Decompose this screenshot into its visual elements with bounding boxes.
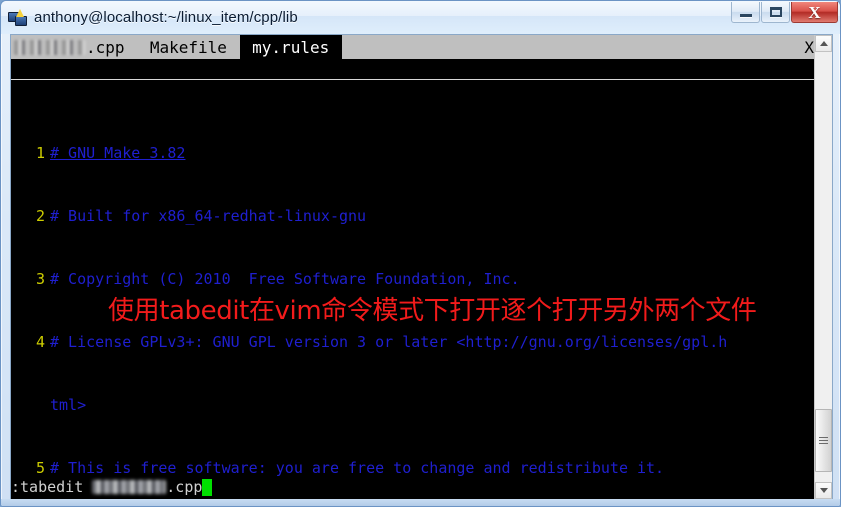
header-rule (11, 79, 816, 80)
terminal-panel: .cpp Makefile my.rules X 1 # GNU Make 3.8… (10, 34, 833, 500)
putty-icon (8, 8, 28, 28)
terminal-scrollbar[interactable] (814, 35, 832, 499)
window-bottom-edge (1, 499, 840, 506)
line-text: # Copyright (C) 2010 Free Software Found… (50, 270, 520, 288)
code-line: 2 # Built for x86_64-redhat-linux-gnu (11, 206, 816, 227)
terminal-screen[interactable]: .cpp Makefile my.rules X 1 # GNU Make 3.8… (11, 35, 816, 499)
chevron-down-icon (819, 488, 828, 493)
command-prefix: :tabedit (11, 478, 93, 496)
editor-content[interactable]: 1 # GNU Make 3.82 2 # Built for x86_64-red… (11, 59, 816, 499)
close-button[interactable]: X (791, 2, 838, 23)
tab-makefile[interactable]: Makefile (137, 35, 240, 59)
code-line: 1 # GNU Make 3.82 (11, 143, 816, 164)
block-cursor (202, 478, 213, 496)
scroll-thumb[interactable] (815, 409, 832, 472)
window-controls: X (730, 2, 838, 23)
scroll-up-button[interactable] (815, 35, 832, 52)
tab-cpp-label: .cpp (86, 37, 125, 57)
minimize-button[interactable] (731, 2, 760, 23)
close-icon: X (808, 2, 821, 22)
tab-makefile-label: Makefile (149, 37, 227, 57)
vim-tabline: .cpp Makefile my.rules X (11, 35, 816, 59)
code-line: 4 # License GPLv3+: GNU GPL version 3 or … (11, 332, 816, 353)
command-suffix: .cpp (166, 478, 203, 496)
chevron-up-icon (819, 41, 828, 46)
code-line-wrap: tml> (11, 395, 816, 416)
vim-command-line[interactable]: :tabedit .cpp (11, 475, 816, 499)
line-text: # GNU Make 3.82 (50, 144, 186, 162)
tab-cpp-file[interactable]: .cpp (11, 35, 138, 59)
annotation-overlay: 使用tabedit在vim命令模式下打开逐个打开另外两个文件 (108, 296, 757, 326)
minimize-icon (739, 13, 752, 17)
tab-my-rules-label: my.rules (252, 37, 330, 57)
redacted-argument (92, 480, 167, 494)
redacted-filename (14, 39, 86, 55)
maximize-icon (769, 7, 782, 17)
window-title: anthony@localhost:~/linux_item/cpp/lib (34, 9, 298, 26)
putty-window: anthony@localhost:~/linux_item/cpp/lib X… (0, 0, 841, 507)
line-number: 1 (35, 144, 45, 162)
tabline-close-icon[interactable]: X (804, 38, 814, 57)
tabline-filler: X (341, 35, 816, 59)
line-number: 2 (35, 207, 45, 225)
line-number: 3 (35, 270, 45, 288)
line-text: tml> (50, 396, 87, 414)
line-text: # Built for x86_64-redhat-linux-gnu (50, 207, 367, 225)
title-bar[interactable]: anthony@localhost:~/linux_item/cpp/lib X (1, 1, 840, 34)
line-text: # License GPLv3+: GNU GPL version 3 or l… (50, 333, 728, 351)
line-number: 4 (35, 333, 45, 351)
scroll-down-button[interactable] (815, 482, 832, 499)
code-line: 3 # Copyright (C) 2010 Free Software Foun… (11, 269, 816, 290)
maximize-button[interactable] (761, 2, 790, 23)
tab-my-rules[interactable]: my.rules (239, 35, 342, 59)
grip-icon (819, 437, 828, 444)
